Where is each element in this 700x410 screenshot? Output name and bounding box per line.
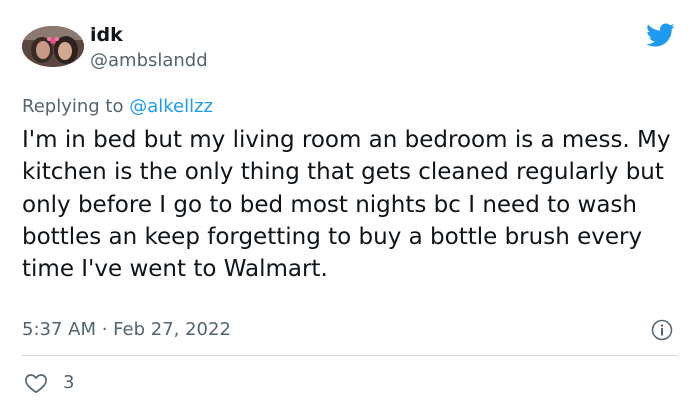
tweet-card: idk @ambslandd Replying to @alkellzz I'm… — [0, 0, 700, 410]
heart-icon — [25, 374, 47, 394]
divider — [22, 355, 678, 356]
like-count: 3 — [63, 372, 75, 393]
tweet-timestamp[interactable]: 5:37 AM · Feb 27, 2022 — [22, 318, 231, 342]
display-name[interactable]: idk — [90, 24, 123, 46]
avatar[interactable] — [22, 26, 84, 67]
like-button[interactable]: 3 — [24, 371, 74, 395]
reply-mention-link[interactable]: @alkellzz — [129, 96, 213, 117]
info-icon[interactable] — [651, 319, 673, 341]
replying-to: Replying to @alkellzz — [22, 95, 213, 119]
avatar-photo — [22, 26, 84, 67]
replying-to-prefix: Replying to — [22, 96, 124, 117]
tweet-text: I'm in bed but my living room an bedroom… — [22, 127, 671, 283]
twitter-bird-icon[interactable] — [643, 20, 677, 50]
user-handle[interactable]: @ambslandd — [90, 50, 208, 72]
